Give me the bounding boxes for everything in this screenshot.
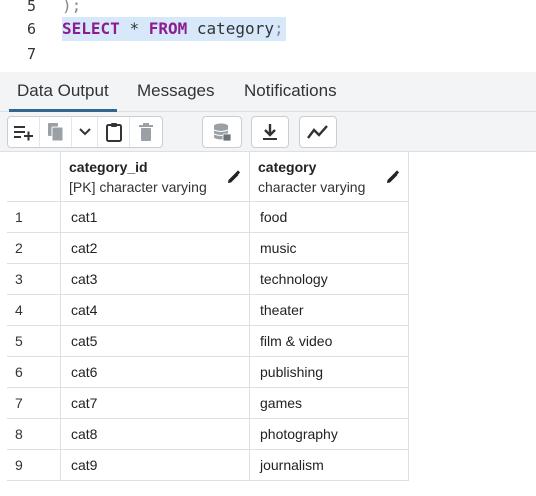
tab-messages[interactable]: Messages [129, 72, 222, 112]
cell-category[interactable]: music [250, 233, 409, 264]
toolbar-group-save [202, 116, 242, 148]
editor-line-5[interactable]: 5 ); [0, 0, 536, 18]
add-row-icon [13, 126, 33, 141]
chevron-down-icon [78, 128, 91, 136]
cell-category-id[interactable]: cat4 [61, 295, 250, 326]
pencil-icon[interactable] [385, 170, 400, 190]
sql-keyword: SELECT [62, 19, 120, 38]
tab-notifications[interactable]: Notifications [236, 72, 345, 112]
toolbar-group-graph [299, 116, 337, 148]
sql-editor[interactable]: 5 ); 6 SELECT * FROM category; 7 [0, 0, 536, 72]
row-number[interactable]: 5 [7, 326, 61, 357]
cell-category-id[interactable]: cat2 [61, 233, 250, 264]
data-toolbar [0, 112, 536, 152]
sql-operator: * [129, 19, 140, 38]
cell-category[interactable]: journalism [250, 450, 409, 481]
cell-category-id[interactable]: cat8 [61, 419, 250, 450]
row-number[interactable]: 4 [7, 295, 61, 326]
paste-icon [105, 123, 122, 142]
cell-category[interactable]: games [250, 388, 409, 419]
line-number: 6 [26, 20, 36, 38]
column-type: [PK] character varying [69, 179, 207, 195]
cell-category-id[interactable]: cat9 [61, 450, 250, 481]
row-number[interactable]: 8 [7, 419, 61, 450]
results-tabs: Data Output Messages Notifications [0, 72, 536, 112]
column-header-category-id[interactable]: category_id [PK] character varying [61, 152, 250, 202]
cell-category-id[interactable]: cat6 [61, 357, 250, 388]
line-number: 5 [26, 0, 36, 15]
sql-keyword: FROM [148, 19, 188, 38]
row-number[interactable]: 1 [7, 202, 61, 233]
save-data-icon [213, 123, 232, 142]
row-number[interactable]: 2 [7, 233, 61, 264]
column-header-category[interactable]: category character varying [250, 152, 409, 202]
code-text[interactable]: SELECT * FROM category; [62, 17, 286, 41]
column-name: category [258, 159, 317, 175]
cell-category[interactable]: film & video [250, 326, 409, 357]
editor-line-6[interactable]: 6 SELECT * FROM category; [0, 17, 536, 41]
sql-punctuation: ; [273, 19, 284, 38]
row-number[interactable]: 7 [7, 388, 61, 419]
cell-category[interactable]: food [250, 202, 409, 233]
download-button[interactable] [252, 117, 288, 147]
cell-category[interactable]: theater [250, 295, 409, 326]
cell-category[interactable]: technology [250, 264, 409, 295]
cell-category-id[interactable]: cat1 [61, 202, 250, 233]
delete-button[interactable] [130, 117, 162, 147]
column-name: category_id [69, 159, 148, 175]
toolbar-group-download [251, 116, 289, 148]
download-icon [263, 124, 277, 140]
cell-category-id[interactable]: cat3 [61, 264, 250, 295]
editor-line-7[interactable]: 7 [0, 42, 536, 66]
copy-button[interactable] [40, 117, 72, 147]
add-row-button[interactable] [8, 117, 40, 147]
graph-icon [307, 125, 328, 139]
line-number: 7 [26, 45, 36, 63]
cell-category-id[interactable]: cat7 [61, 388, 250, 419]
tab-data-output[interactable]: Data Output [9, 72, 117, 112]
sql-identifier: category [196, 19, 274, 38]
cell-category[interactable]: publishing [250, 357, 409, 388]
toolbar-group-edit [7, 116, 163, 148]
row-number[interactable]: 9 [7, 450, 61, 481]
code-text[interactable]: ); [62, 0, 81, 18]
pencil-icon[interactable] [226, 170, 241, 190]
graph-visualiser-button[interactable] [300, 117, 336, 147]
delete-icon [139, 123, 153, 141]
row-number-header[interactable] [7, 152, 61, 202]
copy-options-dropdown[interactable] [72, 117, 98, 147]
cell-category-id[interactable]: cat5 [61, 326, 250, 357]
column-type: character varying [258, 179, 366, 195]
copy-icon [47, 123, 63, 142]
cell-category[interactable]: photography [250, 419, 409, 450]
row-number[interactable]: 3 [7, 264, 61, 295]
paste-button[interactable] [98, 117, 130, 147]
save-data-button[interactable] [203, 117, 241, 147]
row-number[interactable]: 6 [7, 357, 61, 388]
